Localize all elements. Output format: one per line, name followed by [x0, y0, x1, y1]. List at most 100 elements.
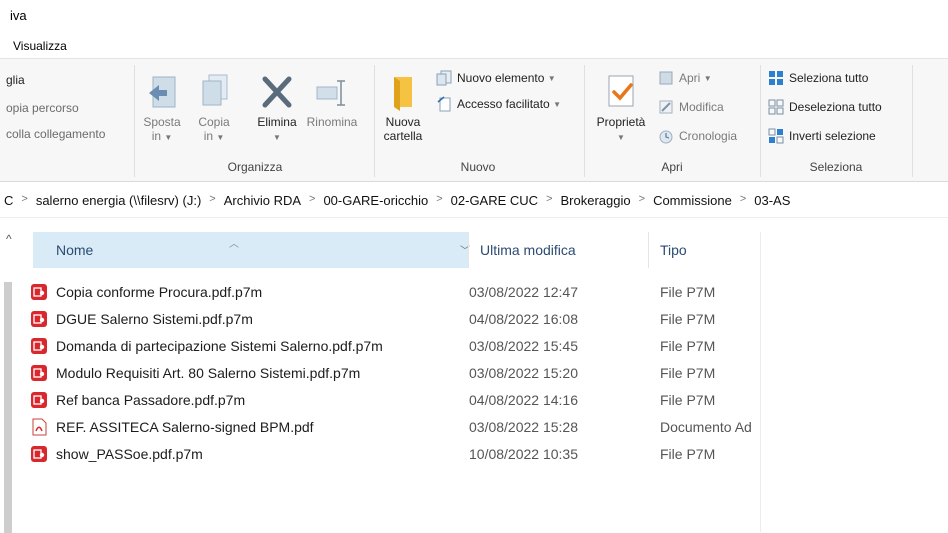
properties-button[interactable]: Proprietà ▼ [590, 73, 652, 145]
file-modified: 04/08/2022 14:16 [469, 392, 578, 408]
file-name: Copia conforme Procura.pdf.p7m [56, 284, 263, 300]
copy-path-button[interactable]: opia percorso [6, 101, 79, 115]
new-item-label: Nuovo elemento [457, 71, 545, 85]
select-all-button[interactable]: Seleziona tutto [768, 68, 868, 88]
file-name: Domanda di partecipazione Sistemi Salern… [56, 338, 383, 354]
delete-button[interactable]: Elimina ▼ [252, 73, 302, 145]
file-modified: 03/08/2022 15:20 [469, 365, 578, 381]
p7m-file-icon [30, 283, 48, 301]
edit-button[interactable]: Modifica [658, 97, 724, 117]
file-name: show_PASSoe.pdf.p7m [56, 446, 203, 462]
address-bar[interactable]: C > salerno energia (\\filesrv) (J:) > Arc… [0, 184, 948, 218]
move-to-button[interactable]: Sposta in ▼ [140, 73, 184, 145]
breadcrumb-item[interactable]: 03-AS [754, 193, 790, 208]
rename-icon [315, 73, 349, 111]
file-name: Modulo Requisiti Art. 80 Salerno Sistemi… [56, 365, 361, 381]
file-type: File P7M [660, 311, 716, 327]
ribbon-separator [584, 65, 585, 177]
ribbon: glia opia percorso colla collegamento Sp… [0, 58, 948, 182]
chevron-right-icon: > [436, 193, 443, 205]
paste-shortcut-button[interactable]: colla collegamento [6, 127, 105, 141]
rename-label: Rinomina [306, 115, 358, 129]
chevron-right-icon: > [309, 193, 316, 205]
breadcrumb-item[interactable]: Archivio RDA [224, 193, 301, 208]
ribbon-separator [374, 65, 375, 177]
new-item-button[interactable]: Nuovo elemento ▼ [436, 68, 556, 88]
table-row[interactable]: Domanda di partecipazione Sistemi Salern… [28, 335, 908, 357]
select-all-icon [768, 70, 784, 86]
file-name: DGUE Salerno Sistemi.pdf.p7m [56, 311, 253, 327]
invert-selection-button[interactable]: Inverti selezione [768, 126, 876, 146]
column-header-name[interactable]: ︿ Nome ﹀ [33, 232, 470, 268]
select-none-label: Deseleziona tutto [789, 100, 882, 114]
file-type: Documento Ad [660, 419, 752, 435]
rename-button[interactable]: Rinomina [304, 73, 360, 129]
column-header-name-label: Nome [56, 242, 94, 258]
scroll-up-arrow-icon[interactable]: ^ [6, 232, 12, 246]
table-row[interactable]: show_PASSoe.pdf.p7m 10/08/2022 10:35 Fil… [28, 443, 908, 465]
p7m-file-icon [30, 391, 48, 409]
column-header-modified-label: Ultima modifica [480, 242, 576, 258]
move-to-label-2: in [151, 129, 162, 143]
breadcrumb-item[interactable]: salerno energia (\\filesrv) (J:) [36, 193, 201, 208]
p7m-file-icon [30, 310, 48, 328]
table-row[interactable]: Ref banca Passadore.pdf.p7m 04/08/2022 1… [28, 389, 908, 411]
table-row[interactable]: DGUE Salerno Sistemi.pdf.p7m 04/08/2022 … [28, 308, 908, 330]
column-header-type-label: Tipo [660, 242, 687, 258]
p7m-file-icon [30, 337, 48, 355]
new-item-icon [436, 70, 452, 86]
pdf-file-icon [30, 418, 48, 436]
easy-access-button[interactable]: Accesso facilitato ▼ [436, 94, 561, 114]
folder-icon [386, 73, 420, 111]
history-label: Cronologia [679, 129, 738, 143]
title-bar: iva [0, 0, 948, 34]
group-label-open: Apri [661, 160, 683, 174]
breadcrumb-item[interactable]: Commissione [653, 193, 732, 208]
breadcrumb-item[interactable]: C [4, 193, 13, 208]
open-button[interactable]: Apri ▼ [658, 68, 712, 88]
move-to-label-1: Sposta [143, 115, 181, 129]
cut-button[interactable]: glia [6, 73, 25, 87]
breadcrumb-item[interactable]: Brokeraggio [561, 193, 631, 208]
group-label-select: Seleziona [809, 160, 863, 174]
tab-view[interactable]: Visualizza [13, 39, 67, 53]
column-header-modified[interactable]: Ultima modifica [469, 232, 649, 268]
chevron-right-icon: > [546, 193, 553, 205]
copy-to-icon [197, 73, 231, 111]
easy-access-label: Accesso facilitato [457, 97, 550, 111]
copy-to-button[interactable]: Copia in ▼ [192, 73, 236, 145]
ribbon-separator [912, 65, 913, 177]
group-label-organize: Organizza [227, 160, 283, 174]
file-name: Ref banca Passadore.pdf.p7m [56, 392, 246, 408]
chevron-right-icon: > [739, 193, 747, 205]
table-row[interactable]: Copia conforme Procura.pdf.p7m 03/08/202… [28, 281, 908, 303]
new-folder-button[interactable]: Nuova cartella [378, 73, 428, 143]
open-label: Apri [679, 71, 701, 85]
scrollbar-thumb[interactable] [4, 282, 12, 533]
history-button[interactable]: Cronologia [658, 126, 737, 146]
table-row[interactable]: REF. ASSITECA Salerno-signed BPM.pdf 03/… [28, 416, 908, 438]
edit-pencil-icon [658, 99, 674, 115]
new-folder-label-2: cartella [383, 129, 423, 143]
history-icon [658, 128, 674, 144]
breadcrumb-item[interactable]: 02-GARE CUC [451, 193, 538, 208]
select-all-label: Seleziona tutto [789, 71, 869, 85]
move-to-icon [145, 73, 179, 111]
copy-to-label-2: in [203, 129, 214, 143]
invert-selection-label: Inverti selezione [789, 129, 876, 143]
table-row[interactable]: Modulo Requisiti Art. 80 Salerno Sistemi… [28, 362, 908, 384]
file-type: File P7M [660, 392, 716, 408]
chevron-right-icon: > [638, 193, 646, 205]
easy-access-icon [436, 96, 452, 112]
chevron-right-icon: > [21, 193, 28, 205]
edit-label: Modifica [679, 100, 724, 114]
new-folder-label-1: Nuova [385, 115, 421, 129]
breadcrumb-item[interactable]: 00-GARE-oricchio [323, 193, 428, 208]
breadcrumb: C > salerno energia (\\filesrv) (J:) > Arc… [4, 193, 790, 208]
column-header-type[interactable]: Tipo [649, 232, 769, 532]
navigation-pane: ^ [0, 218, 28, 533]
properties-label: Proprietà [596, 115, 646, 129]
file-type: File P7M [660, 338, 716, 354]
invert-selection-icon [768, 128, 784, 144]
select-none-button[interactable]: Deseleziona tutto [768, 97, 882, 117]
